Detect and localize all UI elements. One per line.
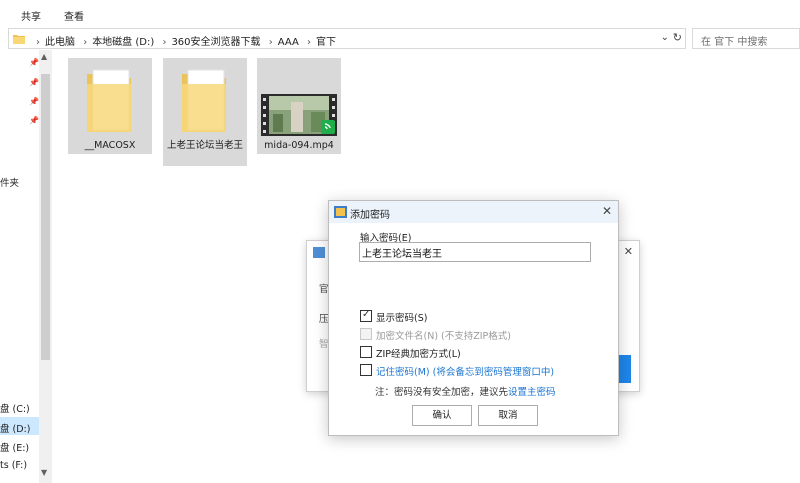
show-password-checkbox[interactable]	[360, 309, 372, 322]
folder-icon	[87, 69, 131, 132]
tab-view[interactable]: 查看	[64, 8, 84, 23]
close-icon[interactable]: ✕	[624, 245, 633, 258]
option-label: 记住密码(M) (将会备忘到密码管理窗口中)	[376, 367, 555, 378]
file-name: __MACOSX	[84, 140, 136, 151]
nav-scrollbar[interactable]: ▲ ▼	[39, 50, 52, 483]
option-label: 显示密码(S)	[376, 313, 428, 324]
pin-icon[interactable]: 📌	[29, 58, 39, 67]
scroll-up-icon[interactable]: ▲	[41, 52, 47, 61]
chevron-right-icon: ›	[83, 37, 88, 48]
chevron-right-icon: ›	[162, 37, 167, 48]
encrypt-filenames-checkbox	[360, 328, 372, 340]
refresh-icon[interactable]: ↻	[673, 31, 682, 44]
address-bar[interactable]: › 此电脑 › 本地磁盘 (D:) › 360安全浏览器下载 › AAA › 官下 ⌄ ↻	[8, 28, 686, 49]
ribbon: 共享 查看	[0, 0, 800, 28]
cancel-button[interactable]: 取消	[478, 405, 538, 426]
pin-icon[interactable]: 📌	[29, 78, 39, 87]
breadcrumb-current[interactable]: 官下	[316, 33, 336, 48]
breadcrumb: › 此电脑 › 本地磁盘 (D:) › 360安全浏览器下载 › AAA › 官下	[31, 33, 336, 48]
search-placeholder: 在 官下 中搜索	[701, 37, 768, 48]
remember-password-option[interactable]: 记住密码(M) (将会备忘到密码管理窗口中)	[360, 363, 600, 378]
chevron-right-icon: ›	[268, 37, 273, 48]
nav-item-drive-c[interactable]: 盘 (C:)	[0, 401, 30, 415]
chevron-right-icon: ›	[36, 37, 40, 48]
compress-button[interactable]	[617, 355, 631, 383]
security-note: 注：密码没有安全加密，建议先设置主密码	[375, 384, 556, 398]
note-text: 注：密码没有安全加密，建议先	[375, 387, 509, 398]
breadcrumb-this-pc[interactable]: 此电脑	[45, 33, 75, 48]
dialog-titlebar: 添加密码 ✕	[329, 201, 618, 223]
archive-icon	[334, 206, 347, 218]
pin-icon[interactable]: 📌	[29, 116, 39, 125]
scroll-down-icon[interactable]: ▼	[41, 468, 47, 477]
show-password-option[interactable]: 显示密码(S)	[360, 309, 560, 324]
nav-item-drive-d[interactable]: 盘 (D:)	[0, 421, 30, 435]
folder-icon	[182, 69, 226, 132]
nav-item-drive-e[interactable]: 盘 (E:)	[0, 440, 29, 454]
close-icon[interactable]: ✕	[602, 204, 612, 218]
encrypt-filenames-option: 加密文件名(N) (不支持ZIP格式)	[360, 327, 560, 342]
search-box[interactable]: 在 官下 中搜索	[692, 28, 800, 49]
option-label: 加密文件名(N) (不支持ZIP格式)	[376, 331, 511, 342]
breadcrumb-drive-d[interactable]: 本地磁盘 (D:)	[92, 33, 154, 48]
breadcrumb-aaa[interactable]: AAA	[278, 37, 299, 48]
file-name: 上老王论坛当老王	[166, 140, 243, 151]
archive-icon	[313, 247, 325, 258]
file-tile-macosx[interactable]: __MACOSX	[68, 58, 152, 154]
file-tile-video[interactable]: mida-094.mp4	[257, 58, 341, 154]
password-input[interactable]	[359, 242, 591, 262]
scrollbar-thumb[interactable]	[41, 74, 50, 360]
chevron-right-icon: ›	[307, 37, 311, 48]
nav-item-folder[interactable]: 件夹	[0, 175, 19, 189]
breadcrumb-downloads[interactable]: 360安全浏览器下载	[171, 33, 260, 48]
add-password-dialog: 添加密码 ✕ 输入密码(E) 显示密码(S) 加密文件名(N) (不支持ZIP格…	[328, 200, 619, 436]
file-tile-folder[interactable]: 上老王论坛当老王	[163, 58, 247, 166]
remember-password-checkbox[interactable]	[360, 364, 372, 376]
zip-classic-option[interactable]: ZIP经典加密方式(L)	[360, 345, 560, 360]
pin-icon[interactable]: 📌	[29, 97, 39, 106]
dialog-title: 添加密码	[350, 210, 390, 221]
set-master-password-link[interactable]: 设置主密码	[508, 387, 556, 398]
chevron-down-icon[interactable]: ⌄	[661, 32, 669, 43]
address-row: › 此电脑 › 本地磁盘 (D:) › 360安全浏览器下载 › AAA › 官下 ⌄ ↻…	[0, 28, 800, 50]
zip-classic-checkbox[interactable]	[360, 346, 372, 358]
tab-share[interactable]: 共享	[21, 8, 41, 23]
option-label: ZIP经典加密方式(L)	[376, 349, 461, 360]
confirm-button[interactable]: 确认	[412, 405, 472, 426]
video-thumbnail-icon	[261, 94, 337, 136]
folder-icon	[13, 35, 25, 44]
nav-item-drive-f[interactable]: ts (F:)	[0, 460, 27, 471]
file-name: mida-094.mp4	[264, 140, 334, 151]
